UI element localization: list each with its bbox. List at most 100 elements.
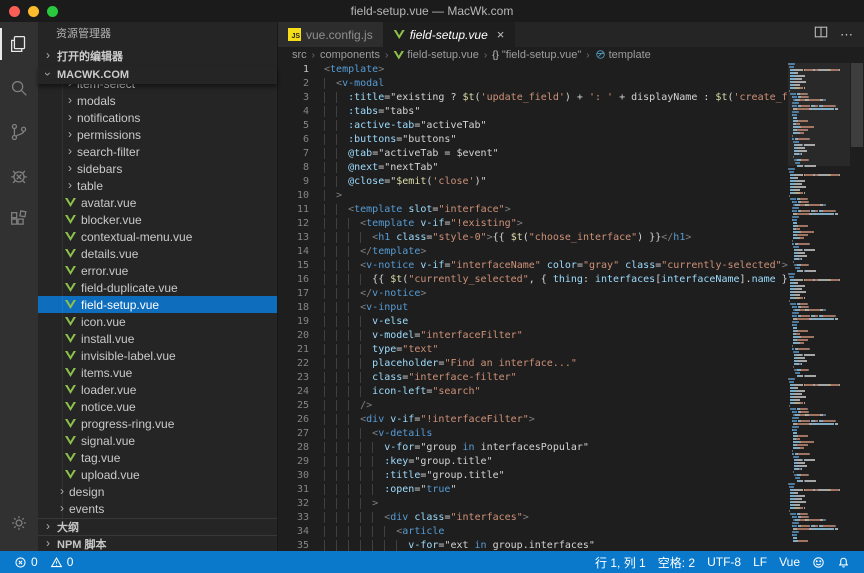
status-空格-2[interactable]: 空格: 2 [652, 551, 701, 573]
code-line-4[interactable]: 4 :tabs="tabs" [278, 105, 788, 119]
tab-vue-config-js[interactable]: JSvue.config.js [278, 22, 384, 47]
code-line-24[interactable]: 24 icon-left="search" [278, 385, 788, 399]
code-line-22[interactable]: 22 placeholder="Find an interface..." [278, 357, 788, 371]
tree-item-icon-vue[interactable]: icon.vue [38, 313, 277, 330]
tree-item-notice-vue[interactable]: notice.vue [38, 398, 277, 415]
code-line-9[interactable]: 9 @close="$emit('close')" [278, 175, 788, 189]
line-text: class="interface-filter" [324, 371, 517, 385]
code-line-29[interactable]: 29 :key="group.title" [278, 455, 788, 469]
minimize-window-button[interactable] [28, 6, 39, 17]
tree-item-items-vue[interactable]: items.vue [38, 364, 277, 381]
code-line-8[interactable]: 8 @next="nextTab" [278, 161, 788, 175]
status-Vue[interactable]: Vue [773, 551, 806, 573]
activitybar-files-icon[interactable] [0, 22, 38, 66]
code-line-25[interactable]: 25 /> [278, 399, 788, 413]
tab-field-setup-vue[interactable]: field-setup.vue× [384, 22, 516, 47]
code-line-1[interactable]: 1<template> [278, 63, 788, 77]
activitybar-search-icon[interactable] [0, 66, 38, 110]
tree-item-install-vue[interactable]: install.vue [38, 330, 277, 347]
sidebar-panel-NPM 脚本[interactable]: ›NPM 脚本 [38, 535, 277, 551]
tree-item-item-select[interactable]: ›item-select [38, 84, 277, 92]
code-line-17[interactable]: 17 </v-notice> [278, 287, 788, 301]
breadcrumb-item--field-setup-vue-[interactable]: {}"field-setup.vue" [492, 49, 581, 61]
tree-item-contextual-menu-vue[interactable]: contextual-menu.vue [38, 228, 277, 245]
tree-item-details-vue[interactable]: details.vue [38, 245, 277, 262]
code-line-30[interactable]: 30 :title="group.title" [278, 469, 788, 483]
code-line-33[interactable]: 33 <div class="interfaces"> [278, 511, 788, 525]
code-line-23[interactable]: 23 class="interface-filter" [278, 371, 788, 385]
activitybar-source-control-icon[interactable] [0, 110, 38, 154]
tree-item-events[interactable]: ›events [38, 500, 277, 517]
close-window-button[interactable] [9, 6, 20, 17]
code-line-28[interactable]: 28 v-for="group in interfacesPopular" [278, 441, 788, 455]
tree-item-permissions[interactable]: ›permissions [38, 126, 277, 143]
code-editor[interactable]: 1<template>2 <v-modal3 :title="existing … [278, 63, 864, 551]
code-line-2[interactable]: 2 <v-modal [278, 77, 788, 91]
code-line-12[interactable]: 12 <template v-if="!existing"> [278, 217, 788, 231]
code-line-16[interactable]: 16 {{ $t("currently_selected", { thing: … [278, 273, 788, 287]
breadcrumb-item-template[interactable]: template [595, 48, 651, 62]
sidebar-panel-大纲[interactable]: ›大纲 [38, 518, 277, 535]
tree-item-loader-vue[interactable]: loader.vue [38, 381, 277, 398]
tree-item-sidebars[interactable]: ›sidebars [38, 160, 277, 177]
tree-item-field-duplicate-vue[interactable]: field-duplicate.vue [38, 279, 277, 296]
tree-item-table[interactable]: ›table [38, 177, 277, 194]
line-text: :buttons="buttons" [324, 133, 456, 147]
status-行-1-列-1[interactable]: 行 1, 列 1 [589, 551, 652, 573]
breadcrumb-item-components[interactable]: components [320, 49, 380, 61]
tree-item-avatar-vue[interactable]: avatar.vue [38, 194, 277, 211]
code-line-5[interactable]: 5 :active-tab="activeTab" [278, 119, 788, 133]
tree-item-field-setup-vue[interactable]: field-setup.vue [38, 296, 277, 313]
minimap[interactable] [788, 63, 850, 551]
tree-item-notifications[interactable]: ›notifications [38, 109, 277, 126]
tree-item-invisible-label-vue[interactable]: invisible-label.vue [38, 347, 277, 364]
tree-item-signal-vue[interactable]: signal.vue [38, 432, 277, 449]
code-line-32[interactable]: 32 > [278, 497, 788, 511]
code-line-3[interactable]: 3 :title="existing ? $t('update_field') … [278, 91, 788, 105]
status-feedback[interactable] [806, 551, 831, 573]
code-line-34[interactable]: 34 <article [278, 525, 788, 539]
code-line-15[interactable]: 15 <v-notice v-if="interfaceName" color=… [278, 259, 788, 273]
code-line-14[interactable]: 14 </template> [278, 245, 788, 259]
code-line-19[interactable]: 19 v-else [278, 315, 788, 329]
code-line-20[interactable]: 20 v-model="interfaceFilter" [278, 329, 788, 343]
tree-item-error-vue[interactable]: error.vue [38, 262, 277, 279]
activitybar-debug-icon[interactable] [0, 154, 38, 198]
code-line-26[interactable]: 26 <div v-if="!interfaceFilter"> [278, 413, 788, 427]
tree-item-modals[interactable]: ›modals [38, 92, 277, 109]
status-error[interactable]: 0 [8, 551, 44, 573]
tree-item-blocker-vue[interactable]: blocker.vue [38, 211, 277, 228]
code-line-6[interactable]: 6 :buttons="buttons" [278, 133, 788, 147]
tree-item-upload-vue[interactable]: upload.vue [38, 466, 277, 483]
close-tab-icon[interactable]: × [497, 27, 505, 42]
tree-item-progress-ring-vue[interactable]: progress-ring.vue [38, 415, 277, 432]
code-line-21[interactable]: 21 type="text" [278, 343, 788, 357]
breadcrumb-item-src[interactable]: src [292, 49, 307, 61]
code-line-7[interactable]: 7 @tab="activeTab = $event" [278, 147, 788, 161]
zoom-window-button[interactable] [47, 6, 58, 17]
tree-item-tag-vue[interactable]: tag.vue [38, 449, 277, 466]
status-warning[interactable]: 0 [44, 551, 80, 573]
breadcrumb-item-field-setup-vue[interactable]: field-setup.vue [393, 49, 479, 61]
activitybar-gear-icon[interactable] [0, 501, 38, 545]
more-actions-icon[interactable]: ⋯ [840, 27, 854, 43]
open-editors-section[interactable]: › 打开的编辑器 [38, 46, 277, 66]
code-line-18[interactable]: 18 <v-input [278, 301, 788, 315]
tree-item-search-filter[interactable]: ›search-filter [38, 143, 277, 160]
activitybar-extensions-icon[interactable] [0, 198, 38, 242]
code-line-31[interactable]: 31 :open="true" [278, 483, 788, 497]
vertical-scrollbar[interactable] [850, 63, 864, 551]
line-text: :active-tab="activeTab" [324, 119, 487, 133]
code-line-35[interactable]: 35 v-for="ext in group.interfaces" [278, 539, 788, 551]
code-line-11[interactable]: 11 <template slot="interface"> [278, 203, 788, 217]
tree-item-design[interactable]: ›design [38, 483, 277, 500]
scrollbar-thumb[interactable] [851, 63, 863, 147]
code-line-27[interactable]: 27 <v-details [278, 427, 788, 441]
split-editor-icon[interactable] [814, 25, 828, 44]
code-line-10[interactable]: 10 > [278, 189, 788, 203]
workspace-section[interactable]: › MACWK.COM [38, 66, 277, 84]
status-LF[interactable]: LF [747, 551, 773, 573]
code-line-13[interactable]: 13 <h1 class="style-0">{{ $t("choose_int… [278, 231, 788, 245]
status-UTF-8[interactable]: UTF-8 [701, 551, 747, 573]
status-bell[interactable] [831, 551, 856, 573]
